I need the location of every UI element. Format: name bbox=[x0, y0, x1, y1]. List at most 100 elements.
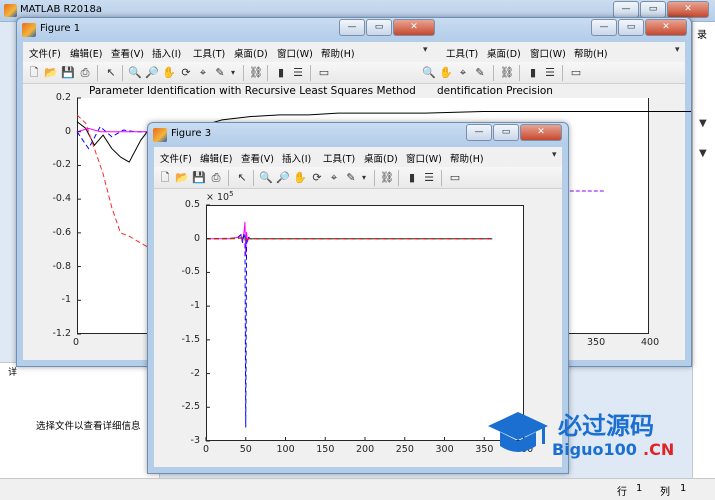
fig2-xtick-label: 350 bbox=[587, 337, 606, 348]
figure-1-menubar: 文件(F) 编辑(E) 查看(V) 插入(I) 工具(T) 桌面(D) 窗口(W… bbox=[23, 42, 685, 62]
dock-arrow-icon[interactable]: ▾ bbox=[552, 150, 557, 160]
fig3-ytick-label: -1.5 bbox=[181, 333, 200, 345]
zoom-in-icon[interactable]: 🔍 bbox=[258, 170, 274, 186]
fig1-xtick-label: 0 bbox=[73, 337, 80, 348]
matlab-title: MATLAB R2018a bbox=[20, 4, 103, 15]
zoom-out-icon[interactable]: 🔎 bbox=[275, 170, 291, 186]
brush-dropdown-icon[interactable]: ▾ bbox=[225, 65, 241, 81]
fig2-pan-icon[interactable]: ✋ bbox=[438, 65, 454, 81]
pointer-icon[interactable]: ↖ bbox=[103, 65, 119, 81]
fig1-close-button[interactable]: ✕ bbox=[393, 19, 435, 36]
fig2-hide-plot-tools-icon[interactable]: ▭ bbox=[568, 65, 584, 81]
matlab-close-button[interactable]: ✕ bbox=[667, 1, 709, 18]
figure-3-menubar: 文件(F) 编辑(E) 查看(V) 插入(I) 工具(T) 桌面(D) 窗口(W… bbox=[154, 147, 562, 167]
watermark-brand-cn: 必过源码 bbox=[558, 412, 654, 440]
menu-window[interactable]: 窗口(W) bbox=[277, 46, 313, 60]
menu-desktop[interactable]: 桌面(D) bbox=[234, 46, 268, 60]
figure-3-title-bar[interactable]: Figure 3 — ▭ ✕ bbox=[148, 123, 568, 147]
menu-edit[interactable]: 编辑(E) bbox=[200, 151, 232, 165]
right-panel-scroll-icon-2[interactable]: ▼ bbox=[699, 148, 707, 159]
fig2-zoom-in-icon[interactable]: 🔍 bbox=[421, 65, 437, 81]
hide-plot-tools-icon[interactable]: ▭ bbox=[316, 65, 332, 81]
right-panel-scroll-icon[interactable]: ▼ bbox=[699, 118, 707, 129]
figure-3-toolbar: 🗋 📂 💾 ⎙ ↖ 🔍 🔎 ✋ ⟳ ⌖ ✎ ▾ ⛓ ▮ ☰ ▭ bbox=[154, 167, 562, 189]
fig3-restore-button[interactable]: ▭ bbox=[493, 124, 519, 141]
dock-arrow-icon[interactable]: ▾ bbox=[423, 45, 428, 55]
details-empty-text: 选择文件以查看详细信息 bbox=[36, 421, 141, 432]
menu-insert[interactable]: 插入(I) bbox=[282, 151, 311, 165]
figure-1-toolbar: 🗋 📂 💾 ⎙ ↖ 🔍 🔎 ✋ ⟳ ⌖ ✎ ▾ ⛓ ▮ ☰ ▭ 🔍 ✋ ⌖ ✎ bbox=[23, 62, 685, 84]
fig2-menu-window[interactable]: 窗口(W) bbox=[530, 46, 566, 60]
fig3-xtick-label: 150 bbox=[316, 444, 335, 455]
fig1-ytick-label: 0.2 bbox=[55, 92, 71, 103]
legend-icon[interactable]: ☰ bbox=[421, 170, 437, 186]
fig1-restore-button[interactable]: ▭ bbox=[366, 19, 392, 36]
fig2-menu-desktop[interactable]: 桌面(D) bbox=[487, 46, 521, 60]
new-figure-icon[interactable]: 🗋 bbox=[157, 170, 173, 186]
menu-window[interactable]: 窗口(W) bbox=[406, 151, 442, 165]
menu-file[interactable]: 文件(F) bbox=[29, 46, 61, 60]
fig1-minimize-button[interactable]: — bbox=[339, 19, 365, 36]
menu-view[interactable]: 查看(V) bbox=[241, 151, 274, 165]
fig2-brush-icon[interactable]: ✎ bbox=[472, 65, 488, 81]
new-figure-icon[interactable]: 🗋 bbox=[26, 65, 42, 81]
fig1-ytick-label: -1 bbox=[61, 294, 71, 306]
fig3-ytick-label: -3 bbox=[190, 435, 200, 446]
fig2-link-plot-icon[interactable]: ⛓ bbox=[499, 65, 515, 81]
menu-help[interactable]: 帮助(H) bbox=[450, 151, 484, 165]
pointer-icon[interactable]: ↖ bbox=[234, 170, 250, 186]
fig2-minimize-button[interactable]: — bbox=[591, 19, 617, 36]
open-file-icon[interactable]: 📂 bbox=[174, 170, 190, 186]
fig2-close-button[interactable]: ✕ bbox=[645, 19, 687, 36]
colorbar-icon[interactable]: ▮ bbox=[404, 170, 420, 186]
matlab-restore-button[interactable]: ▭ bbox=[640, 1, 666, 18]
link-plot-icon[interactable]: ⛓ bbox=[379, 170, 395, 186]
fig2-restore-button[interactable]: ▭ bbox=[618, 19, 644, 36]
fig2-dock-arrow-icon[interactable]: ▾ bbox=[675, 45, 680, 55]
watermark-logo: 必过源码 Biguo100 .CN bbox=[486, 408, 706, 478]
save-icon[interactable]: 💾 bbox=[60, 65, 76, 81]
menu-help[interactable]: 帮助(H) bbox=[321, 46, 355, 60]
figure-icon bbox=[153, 128, 167, 142]
fig3-ytick-label: -1 bbox=[190, 300, 200, 312]
menu-tools[interactable]: 工具(T) bbox=[323, 151, 355, 165]
fig3-ytick-label: -2.5 bbox=[181, 401, 200, 413]
menu-view[interactable]: 查看(V) bbox=[111, 46, 144, 60]
print-icon[interactable]: ⎙ bbox=[208, 170, 224, 186]
pan-icon[interactable]: ✋ bbox=[292, 170, 308, 186]
fig2-legend-icon[interactable]: ☰ bbox=[542, 65, 558, 81]
menu-edit[interactable]: 编辑(E) bbox=[70, 46, 102, 60]
link-plot-icon[interactable]: ⛓ bbox=[248, 65, 264, 81]
fig2-xtick-label: 400 bbox=[641, 337, 660, 348]
save-icon[interactable]: 💾 bbox=[191, 170, 207, 186]
legend-icon[interactable]: ☰ bbox=[290, 65, 306, 81]
fig3-close-button[interactable]: ✕ bbox=[520, 124, 562, 141]
watermark-brand-en: Biguo100 bbox=[552, 440, 637, 459]
pan-icon[interactable]: ✋ bbox=[161, 65, 177, 81]
fig2-menu-tools[interactable]: 工具(T) bbox=[446, 46, 478, 60]
menu-desktop[interactable]: 桌面(D) bbox=[364, 151, 398, 165]
fig2-menu-help[interactable]: 帮助(H) bbox=[574, 46, 608, 60]
data-cursor-icon[interactable]: ⌖ bbox=[195, 65, 211, 81]
zoom-out-icon[interactable]: 🔎 bbox=[144, 65, 160, 81]
print-icon[interactable]: ⎙ bbox=[77, 65, 93, 81]
menu-tools[interactable]: 工具(T) bbox=[193, 46, 225, 60]
zoom-in-icon[interactable]: 🔍 bbox=[127, 65, 143, 81]
brush-dropdown-icon[interactable]: ▾ bbox=[356, 170, 372, 186]
fig3-minimize-button[interactable]: — bbox=[466, 124, 492, 141]
rotate-icon[interactable]: ⟳ bbox=[178, 65, 194, 81]
data-cursor-icon[interactable]: ⌖ bbox=[326, 170, 342, 186]
rotate-icon[interactable]: ⟳ bbox=[309, 170, 325, 186]
fig1-ytick-label: -0.2 bbox=[52, 159, 71, 171]
menu-file[interactable]: 文件(F) bbox=[160, 151, 192, 165]
figure-1-title-bar[interactable]: Figure 1 — ▭ ✕ — ▭ ✕ bbox=[17, 18, 691, 42]
figure-icon bbox=[22, 23, 36, 37]
hide-plot-tools-icon[interactable]: ▭ bbox=[447, 170, 463, 186]
menu-insert[interactable]: 插入(I) bbox=[152, 46, 181, 60]
fig2-data-cursor-icon[interactable]: ⌖ bbox=[455, 65, 471, 81]
fig2-colorbar-icon[interactable]: ▮ bbox=[525, 65, 541, 81]
colorbar-icon[interactable]: ▮ bbox=[273, 65, 289, 81]
open-file-icon[interactable]: 📂 bbox=[43, 65, 59, 81]
matlab-minimize-button[interactable]: — bbox=[613, 1, 639, 18]
fig3-ytick-label: 0.5 bbox=[184, 199, 200, 210]
